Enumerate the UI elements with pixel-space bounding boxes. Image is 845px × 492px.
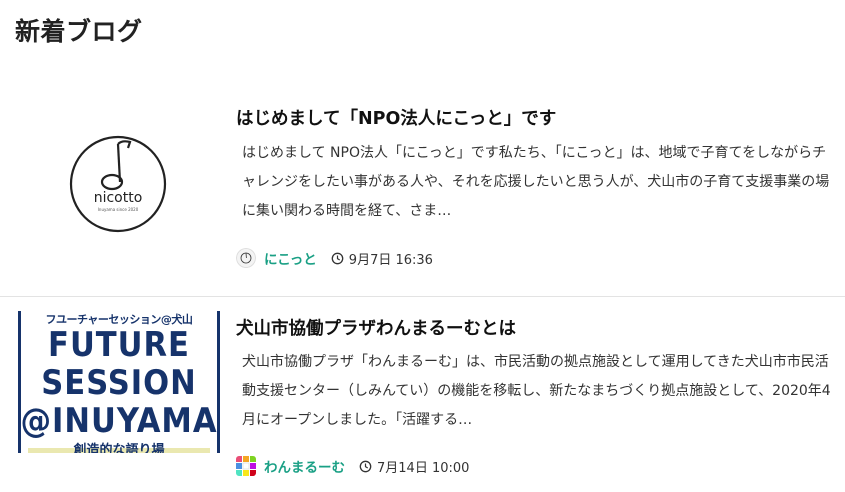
clock-icon [331, 252, 344, 264]
post-meta: にこっと 9月7日 16:36 [236, 247, 433, 269]
post-excerpt: はじめまして NPO法人「にこっと」です私たち、「にこっと」は、地域で子育てをし… [242, 145, 830, 219]
logo-sub-text: Inuyama since 2020 [98, 207, 139, 212]
author-avatar[interactable] [236, 456, 256, 476]
logo-text: nicotto [94, 190, 143, 206]
wanmaroom-avatar-icon [236, 456, 256, 476]
author-name[interactable]: わんまるーむ [264, 456, 345, 476]
post-meta: わんまるーむ 7月14日 10:00 [236, 455, 469, 477]
post-title[interactable]: 犬山市協働プラザわんまるーむとは [236, 315, 516, 340]
post-date: 9月7日 16:36 [348, 252, 433, 268]
nicotto-avatar-icon [236, 248, 256, 268]
post-title[interactable]: はじめまして「NPO法人にこっと」です [236, 105, 556, 130]
author-avatar[interactable] [236, 248, 256, 268]
thumbnail-line: SESSION [41, 363, 197, 403]
thumbnail-line: FUTURE [48, 325, 190, 365]
section-title: 新着ブログ [15, 17, 143, 46]
post-excerpt: 犬山市協働プラザ「わんまるーむ」は、市民活動の拠点施設として運用してきた犬山市市… [242, 354, 831, 428]
blog-post[interactable]: フユーチャーセッション@犬山 FUTURE SESSION @INUYAMA 創… [0, 297, 845, 492]
thumbnail-line: @INUYAMA [20, 401, 218, 441]
clock-icon [359, 460, 372, 472]
thumbnail-bottom-text: 創造的な語り場 [73, 443, 165, 453]
post-thumbnail[interactable]: nicotto Inuyama since 2020 [18, 104, 218, 264]
post-date: 7月14日 10:00 [377, 460, 470, 476]
nicotto-logo-icon: nicotto Inuyama since 2020 [69, 135, 167, 233]
author-name[interactable]: にこっと [264, 248, 317, 268]
blog-post[interactable]: nicotto Inuyama since 2020 はじめまして「NPO法人に… [0, 95, 845, 296]
post-thumbnail[interactable]: フユーチャーセッション@犬山 FUTURE SESSION @INUYAMA 創… [18, 311, 220, 453]
